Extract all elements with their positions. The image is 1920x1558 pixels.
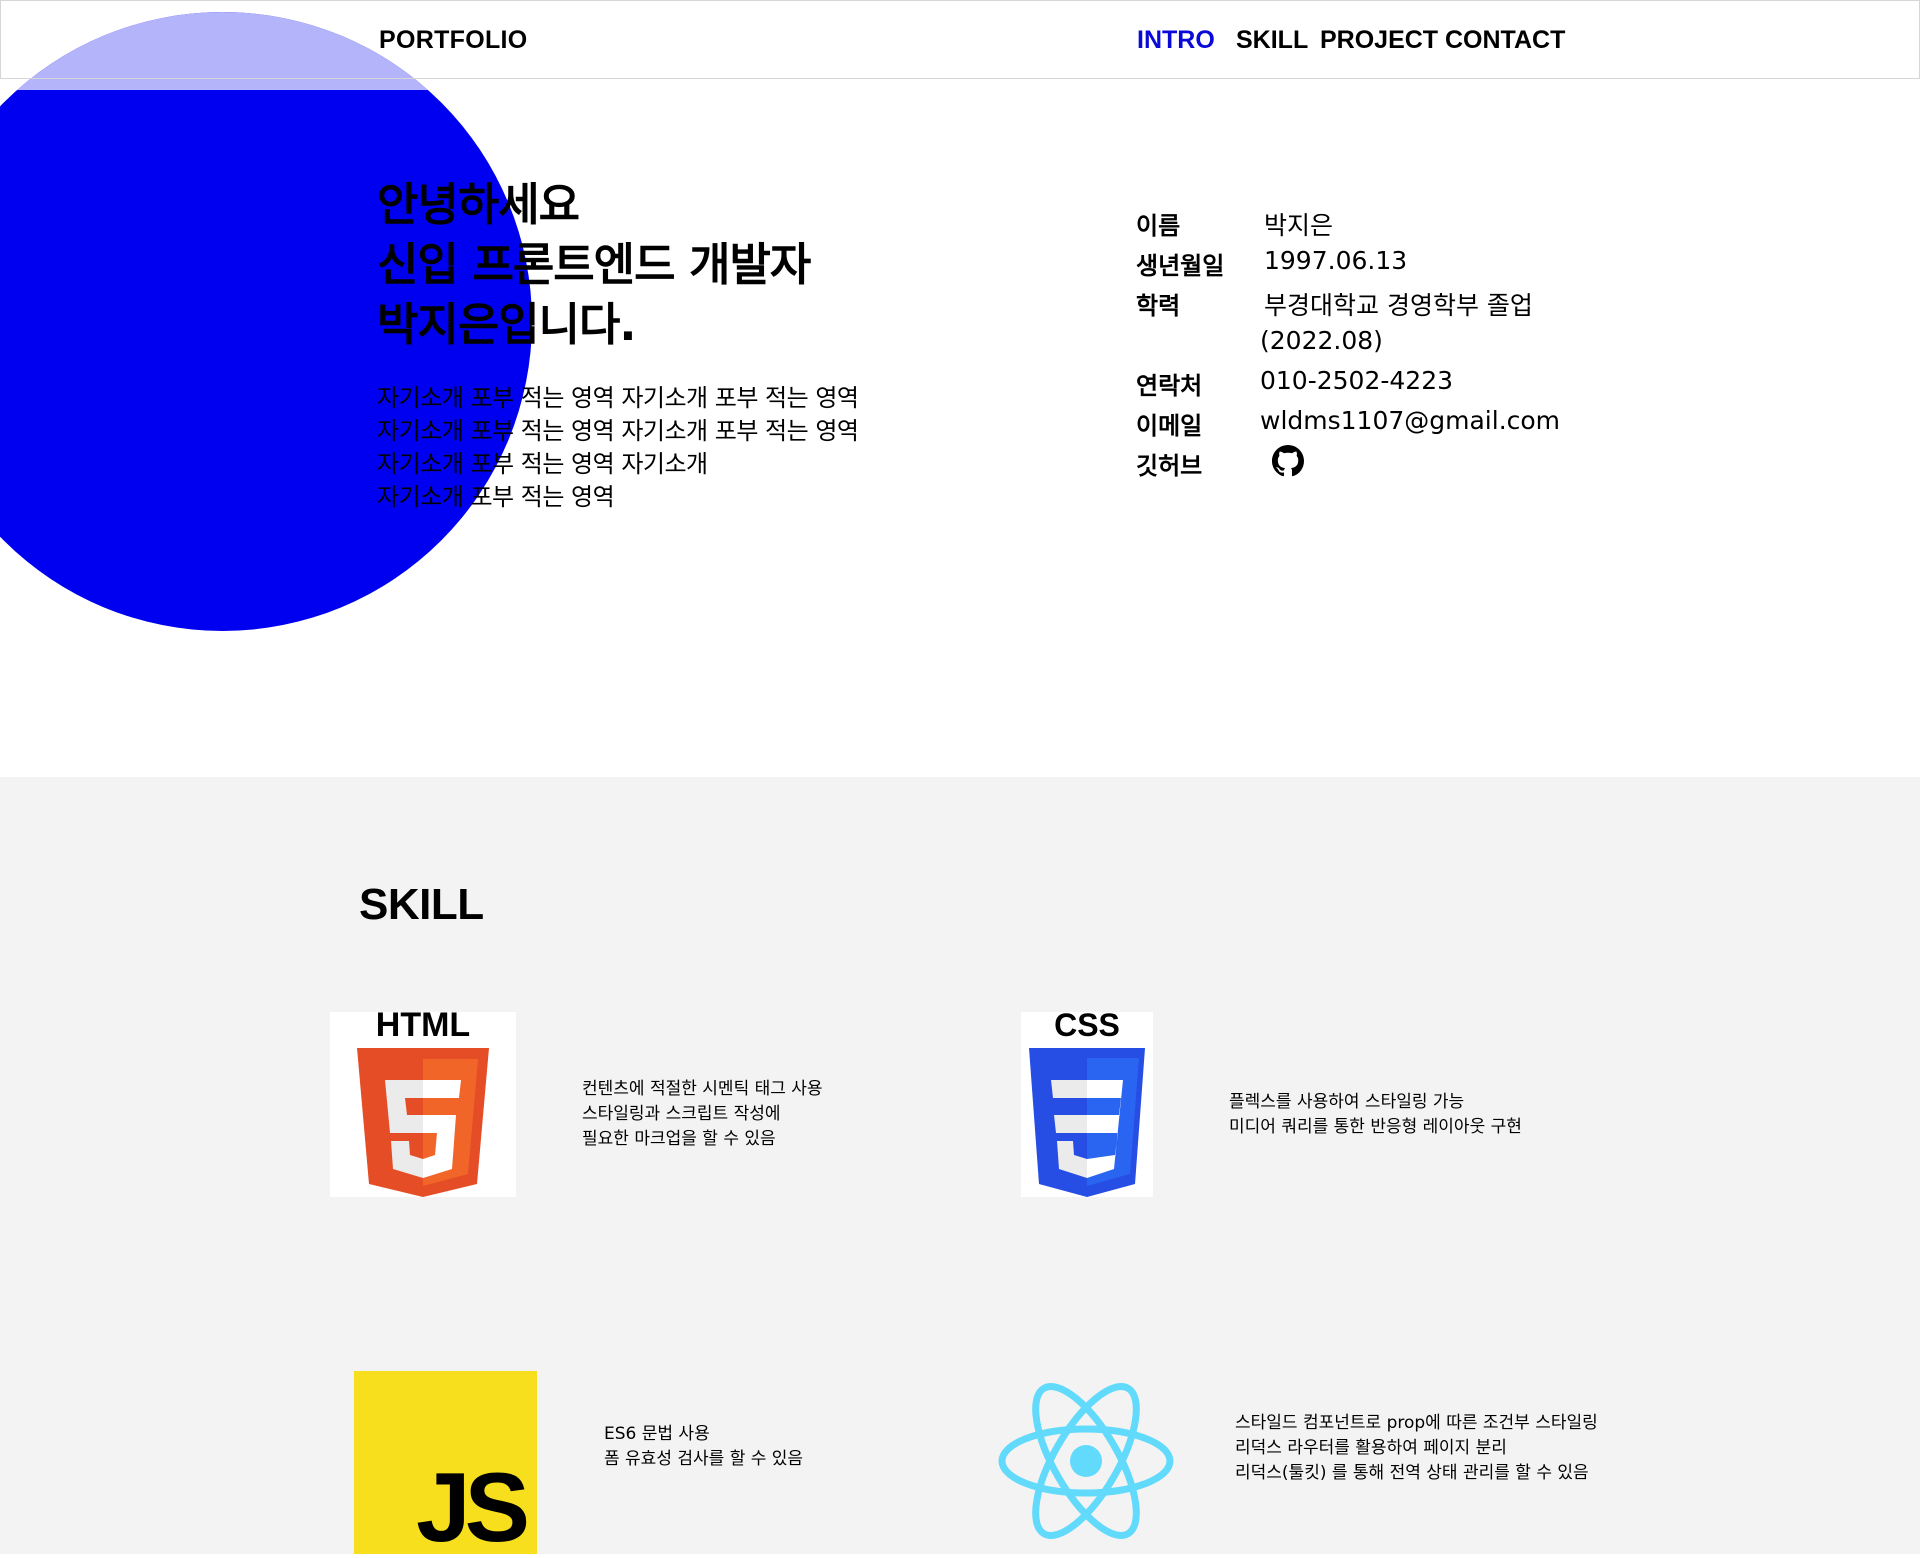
education-label: 학력 bbox=[1136, 292, 1181, 320]
html-desc-line-3: 필요한 마크업을 할 수 있음 bbox=[582, 1129, 776, 1149]
html-desc-line-2: 스타일링과 스크립트 작성에 bbox=[582, 1104, 781, 1124]
html5-logo: HTML bbox=[330, 1006, 516, 1197]
education-date: (2022.08) bbox=[1260, 326, 1383, 355]
js-desc-line-1: ES6 문법 사용 bbox=[604, 1424, 710, 1444]
javascript-logo-text: JS bbox=[416, 1452, 527, 1554]
react-desc-line-2: 리덕스 라우터를 활용하여 페이지 분리 bbox=[1235, 1438, 1507, 1458]
nav-contact[interactable]: CONTACT bbox=[1445, 26, 1565, 55]
phone-value: 010-2502-4223 bbox=[1260, 366, 1454, 395]
bio-line-3: 자기소개 포부 적는 영역 자기소개 bbox=[377, 450, 708, 478]
email-value[interactable]: wldms1107@gmail.com bbox=[1260, 406, 1560, 435]
css-desc-line-2: 미디어 쿼리를 통한 반응형 레이아웃 구현 bbox=[1229, 1117, 1522, 1137]
bio-line-4: 자기소개 포부 적는 영역 bbox=[377, 483, 615, 511]
nav-skill[interactable]: SKILL bbox=[1236, 26, 1308, 55]
react-icon bbox=[998, 1383, 1174, 1539]
github-icon[interactable] bbox=[1272, 445, 1304, 477]
html5-icon: HTML bbox=[357, 1006, 489, 1197]
css-skill-description: 플렉스를 사용하여 스타일링 가능 미디어 쿼리를 통한 반응형 레이아웃 구현 bbox=[1229, 1090, 1522, 1140]
headline-line-2: 신입 프론트엔드 개발자 bbox=[377, 238, 811, 291]
headline-line-1: 안녕하세요 bbox=[377, 178, 580, 231]
css3-icon: CSS bbox=[1029, 1007, 1145, 1197]
name-label: 이름 bbox=[1136, 212, 1181, 240]
bio-line-2: 자기소개 포부 적는 영역 자기소개 포부 적는 영역 bbox=[377, 417, 859, 445]
intro-bio: 자기소개 포부 적는 영역 자기소개 포부 적는 영역 자기소개 포부 적는 영… bbox=[377, 382, 859, 514]
skill-section: SKILL HTML 컨텐츠에 적절한 시멘틱 태그 사용 스타일링과 스크립트… bbox=[0, 777, 1920, 1558]
phone-label: 연락처 bbox=[1136, 372, 1203, 400]
html-skill-description: 컨텐츠에 적절한 시멘틱 태그 사용 스타일링과 스크립트 작성에 필요한 마크… bbox=[582, 1077, 823, 1152]
name-value: 박지은 bbox=[1264, 211, 1334, 240]
react-skill-description: 스타일드 컴포넌트로 prop에 따른 조건부 스타일링 리덕스 라우터를 활용… bbox=[1235, 1411, 1598, 1486]
javascript-logo: JS bbox=[354, 1371, 537, 1558]
html5-logo-text: HTML bbox=[376, 1012, 470, 1044]
css3-logo-text: CSS bbox=[1054, 1012, 1120, 1043]
github-label: 깃허브 bbox=[1136, 452, 1203, 480]
javascript-skill-description: ES6 문법 사용 폼 유효성 검사를 할 수 있음 bbox=[604, 1422, 803, 1472]
headline-line-3: 박지은입니다. bbox=[377, 298, 637, 351]
javascript-icon: JS bbox=[416, 1452, 533, 1558]
education-value: 부경대학교 경영학부 졸업 bbox=[1264, 291, 1533, 320]
nav-project[interactable]: PROJECT bbox=[1320, 26, 1438, 55]
birth-label: 생년월일 bbox=[1136, 252, 1225, 280]
bio-line-1: 자기소개 포부 적는 영역 자기소개 포부 적는 영역 bbox=[377, 384, 859, 412]
css-desc-line-1: 플렉스를 사용하여 스타일링 가능 bbox=[1229, 1092, 1465, 1112]
intro-headline: 안녕하세요 신입 프론트엔드 개발자 박지은입니다. bbox=[377, 175, 811, 355]
react-desc-line-1: 스타일드 컴포넌트로 prop에 따른 조건부 스타일링 bbox=[1235, 1413, 1598, 1433]
js-desc-line-2: 폼 유효성 검사를 할 수 있음 bbox=[604, 1449, 804, 1469]
html-desc-line-1: 컨텐츠에 적절한 시멘틱 태그 사용 bbox=[582, 1079, 823, 1099]
skill-section-title: SKILL bbox=[359, 880, 484, 929]
top-navigation-bar: PORTFOLIO INTRO SKILL PROJECT CONTACT bbox=[0, 0, 1920, 79]
react-desc-line-3: 리덕스(툴킷) 를 통해 전역 상태 관리를 할 수 있음 bbox=[1235, 1463, 1589, 1483]
email-label: 이메일 bbox=[1136, 412, 1203, 440]
nav-intro[interactable]: INTRO bbox=[1137, 26, 1215, 55]
birth-value: 1997.06.13 bbox=[1264, 246, 1408, 275]
css3-logo: CSS bbox=[1021, 1007, 1153, 1197]
react-logo bbox=[998, 1381, 1174, 1541]
site-logo[interactable]: PORTFOLIO bbox=[379, 26, 528, 55]
